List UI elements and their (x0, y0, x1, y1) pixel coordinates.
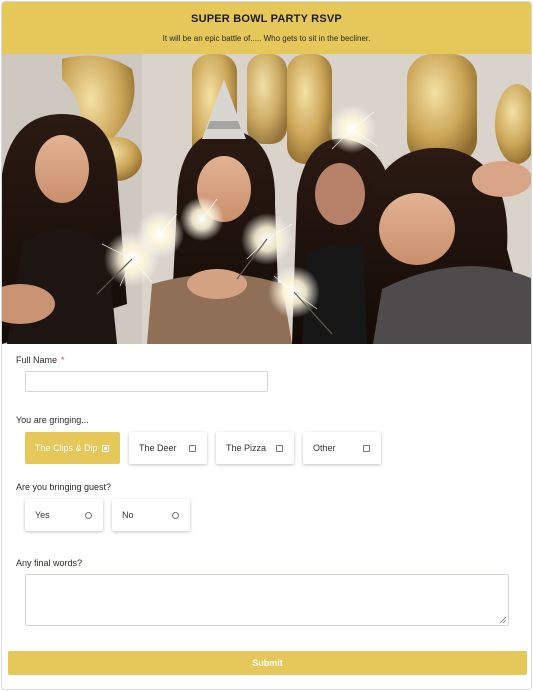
option-no[interactable]: No (112, 499, 190, 531)
guest-label: Are you bringing guest? (16, 482, 112, 492)
option-the-pizza-label: The Pizza (226, 443, 267, 453)
submit-button[interactable]: Submit (8, 651, 527, 675)
option-no-label: No (122, 510, 134, 520)
bringing-label: You are gringing... (16, 415, 89, 425)
checkbox-icon (189, 445, 196, 452)
option-yes-label: Yes (35, 510, 50, 520)
form-card: SUPER BOWL PARTY RSVP It will be an epic… (1, 1, 532, 690)
party-photo-illustration (2, 54, 531, 344)
option-the-pizza[interactable]: The Pizza (216, 432, 294, 464)
option-the-deer[interactable]: The Deer (129, 432, 207, 464)
option-other[interactable]: Other (303, 432, 381, 464)
checkbox-icon (363, 445, 370, 452)
checkbox-icon (102, 445, 109, 452)
final-words-textarea[interactable] (25, 574, 509, 626)
radio-icon (172, 512, 179, 519)
radio-icon (85, 512, 92, 519)
option-clips-dip-label: The Clips & Dip (35, 443, 98, 453)
party-photo (2, 54, 531, 344)
checkbox-icon (276, 445, 283, 452)
full-name-label-text: Full Name (16, 355, 58, 365)
full-name-label: Full Name * (16, 355, 65, 365)
form-subtitle: It will be an epic battle of..... Who ge… (162, 34, 371, 43)
option-yes[interactable]: Yes (25, 499, 103, 531)
full-name-input[interactable] (25, 371, 268, 392)
form-header: SUPER BOWL PARTY RSVP It will be an epic… (2, 2, 531, 54)
option-the-deer-label: The Deer (139, 443, 177, 453)
required-mark: * (61, 355, 65, 365)
resize-handle-icon[interactable] (500, 617, 506, 623)
option-clips-dip[interactable]: The Clips & Dip (25, 432, 120, 464)
form-title: SUPER BOWL PARTY RSVP (191, 13, 342, 25)
final-words-label: Any final words? (16, 558, 83, 568)
option-other-label: Other (313, 443, 336, 453)
